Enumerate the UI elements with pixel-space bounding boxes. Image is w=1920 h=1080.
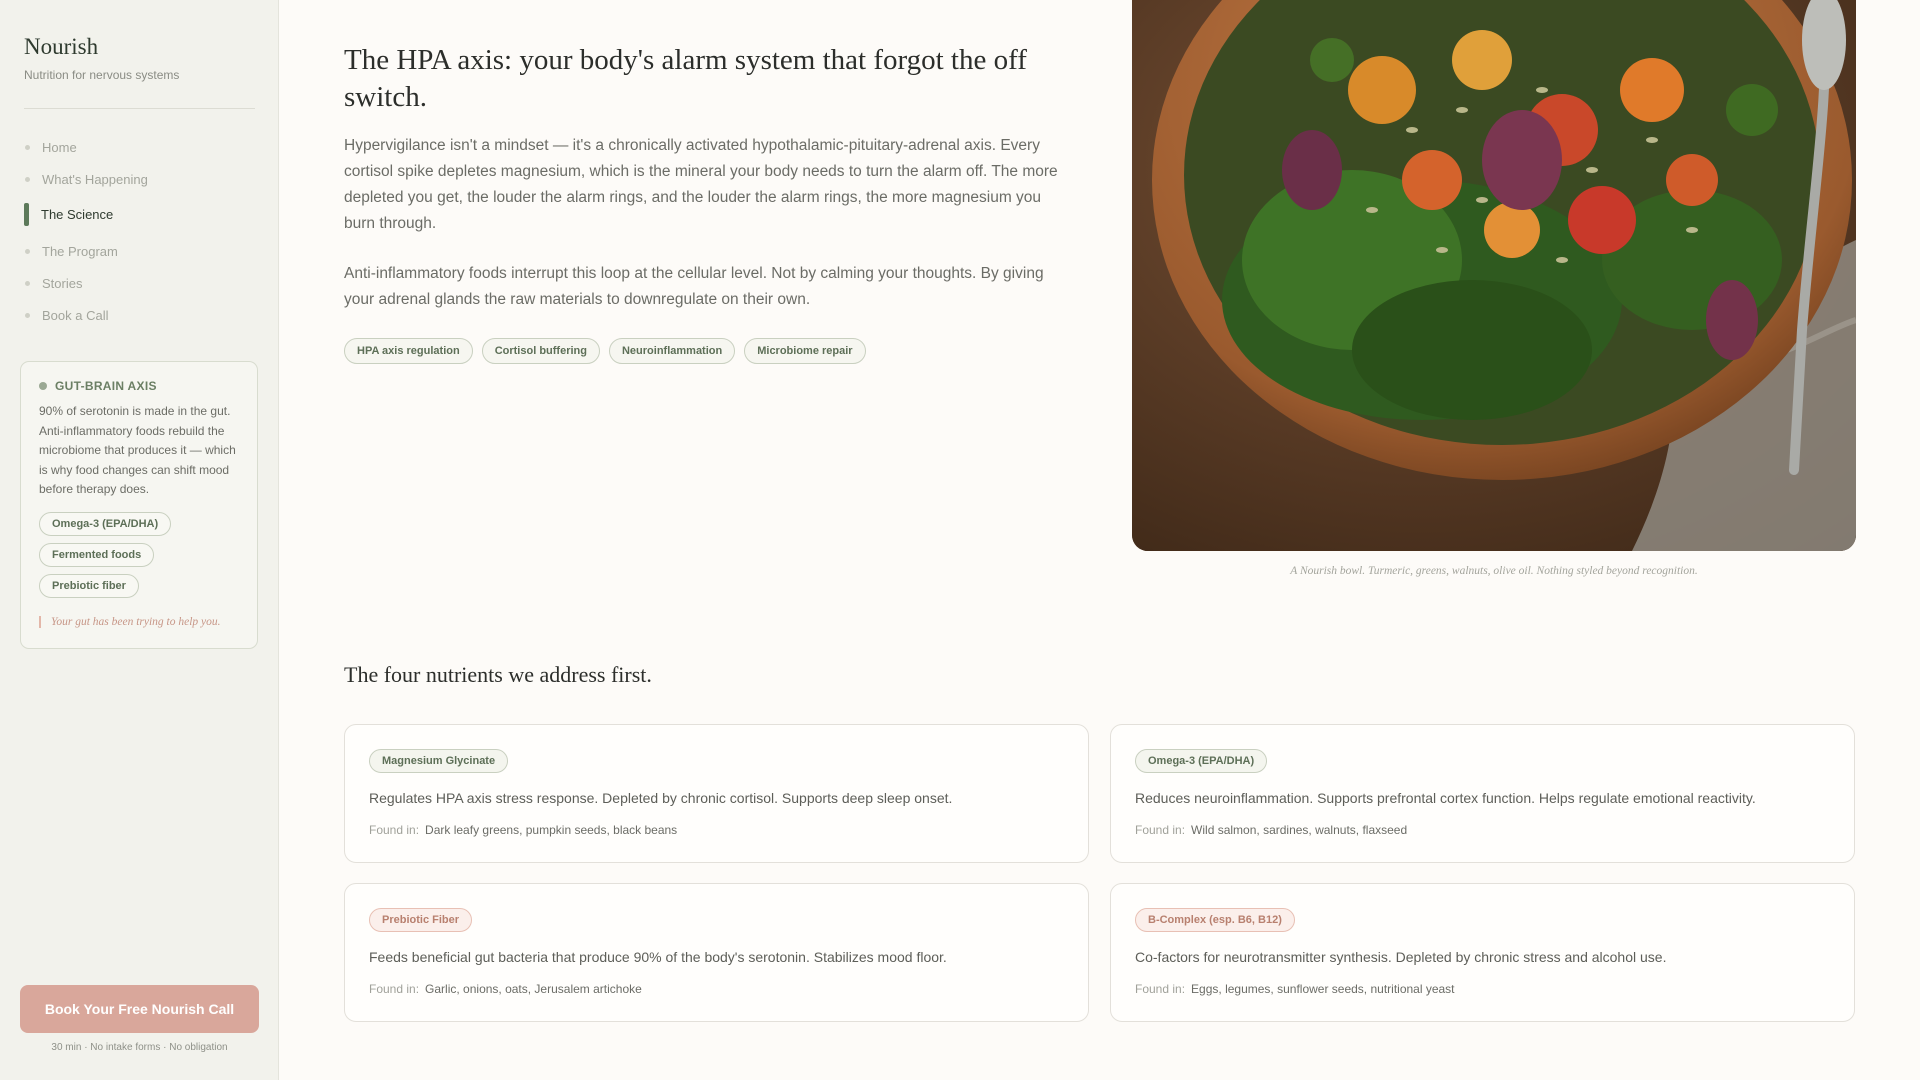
found-value: Garlic, onions, oats, Jerusalem artichok… bbox=[425, 982, 642, 996]
nutrient-description: Regulates HPA axis stress response. Depl… bbox=[369, 790, 953, 806]
page-title: The HPA axis: your body's alarm system t… bbox=[344, 44, 1027, 113]
nav-dot-icon bbox=[25, 280, 30, 286]
image-caption: A Nourish bowl. Turmeric, greens, walnut… bbox=[1290, 565, 1698, 577]
nutrient-card-b-complex: B-Complex (esp. B6, B12) Co-factors for … bbox=[1110, 883, 1855, 1022]
nav-item-the-program[interactable]: The Program bbox=[24, 240, 118, 262]
food-bowl-image bbox=[1132, 0, 1856, 551]
gut-brain-pills: Omega-3 (EPA/DHA) Fermented foods Prebio… bbox=[39, 512, 172, 605]
nav-dot-icon bbox=[25, 144, 30, 150]
topic-tags: HPA axis regulation Cortisol buffering N… bbox=[344, 338, 866, 364]
nav-dot-icon bbox=[25, 312, 30, 318]
nav-item-label: Stories bbox=[42, 275, 83, 291]
nutrient-found-in: Found in: Wild salmon, sardines, walnuts,… bbox=[1135, 823, 1407, 837]
second-paragraph: Anti-inflammatory foods interrupt this l… bbox=[344, 265, 1044, 308]
pill-fermented-foods: Fermented foods bbox=[39, 543, 155, 567]
nutrient-card-prebiotic-fiber: Prebiotic Fiber Feeds beneficial gut bac… bbox=[344, 883, 1089, 1022]
nutrient-description: Reduces neuroinflammation. Supports pref… bbox=[1135, 790, 1756, 806]
found-value: Wild salmon, sardines, walnuts, flaxseed bbox=[1191, 823, 1408, 837]
pill-omega-3: Omega-3 (EPA/DHA) bbox=[39, 512, 172, 536]
nutrient-pill: Omega-3 (EPA/DHA) bbox=[1135, 749, 1268, 773]
nav-item-label: The Science bbox=[41, 206, 114, 222]
nutrient-found-in: Found in: Dark leafy greens, pumpkin seed… bbox=[369, 823, 677, 837]
tag-microbiome[interactable]: Microbiome repair bbox=[744, 338, 866, 364]
active-indicator bbox=[24, 202, 29, 226]
gut-brain-body: 90% of serotonin is made in the gut. Ant… bbox=[39, 404, 236, 497]
nav-item-whats-happening[interactable]: What's Happening bbox=[24, 168, 148, 190]
nutrient-description: Co-factors for neurotransmitter synthesi… bbox=[1135, 949, 1667, 965]
brand[interactable]: Nourish Nutrition for nervous systems bbox=[24, 34, 179, 82]
nutrient-card-magnesium: Magnesium Glycinate Regulates HPA axis s… bbox=[344, 724, 1089, 863]
found-label: Found in: bbox=[369, 982, 420, 996]
nutrient-pill: Magnesium Glycinate bbox=[369, 749, 509, 773]
pill-prebiotic-fiber: Prebiotic fiber bbox=[39, 574, 139, 598]
nutrient-card-omega-3: Omega-3 (EPA/DHA) Reduces neuroinflammat… bbox=[1110, 724, 1855, 863]
tag-neuroinflammation[interactable]: Neuroinflammation bbox=[608, 338, 736, 364]
sidebar-divider bbox=[24, 108, 255, 109]
nutrients-heading: The four nutrients we address first. bbox=[344, 662, 652, 687]
nav-dot-icon bbox=[25, 248, 30, 254]
gut-brain-heading-text: GUT-BRAIN AXIS bbox=[55, 379, 157, 393]
nutrient-description: Feeds beneficial gut bacteria that produ… bbox=[369, 949, 947, 965]
nutrient-pill: B-Complex (esp. B6, B12) bbox=[1135, 908, 1295, 932]
found-value: Dark leafy greens, pumpkin seeds, black … bbox=[425, 823, 678, 837]
gut-brain-quote: Your gut has been trying to help you. bbox=[39, 616, 221, 628]
found-label: Found in: bbox=[369, 823, 420, 837]
nav-item-label: The Program bbox=[42, 243, 118, 259]
tag-cortisol[interactable]: Cortisol buffering bbox=[481, 338, 600, 364]
cta-subtext: 30 min · No intake forms · No obligation bbox=[51, 1042, 228, 1053]
nav-dot-icon bbox=[25, 176, 30, 182]
found-label: Found in: bbox=[1135, 982, 1186, 996]
bowl-illustration bbox=[1132, 0, 1856, 551]
sidebar: Nourish Nutrition for nervous systems Ho… bbox=[0, 0, 279, 1080]
brand-name[interactable]: Nourish bbox=[24, 34, 179, 60]
nav-item-stories[interactable]: Stories bbox=[24, 272, 82, 294]
nutrient-pill: Prebiotic Fiber bbox=[369, 908, 473, 932]
intro-paragraph: Hypervigilance isn't a mindset — it's a … bbox=[344, 137, 1058, 232]
nav-item-book-a-call[interactable]: Book a Call bbox=[24, 304, 108, 326]
dot-icon bbox=[39, 382, 47, 390]
gut-brain-heading: GUT-BRAIN AXIS bbox=[39, 379, 157, 393]
nav-item-label: Book a Call bbox=[42, 307, 109, 323]
nav-item-the-science[interactable]: The Science bbox=[24, 202, 114, 226]
nav-item-home[interactable]: Home bbox=[24, 136, 77, 158]
nav-item-label: Home bbox=[42, 139, 77, 155]
nutrient-found-in: Found in: Garlic, onions, oats, Jerusalem… bbox=[369, 982, 642, 996]
gut-brain-card: GUT-BRAIN AXIS 90% of serotonin is made … bbox=[20, 361, 258, 649]
nav-item-label: What's Happening bbox=[42, 171, 148, 187]
tag-hpa-axis[interactable]: HPA axis regulation bbox=[344, 338, 473, 364]
nutrient-found-in: Found in: Eggs, legumes, sunflower seeds,… bbox=[1135, 982, 1455, 996]
book-call-button[interactable]: Book Your Free Nourish Call bbox=[20, 985, 259, 1033]
found-value: Eggs, legumes, sunflower seeds, nutritio… bbox=[1191, 982, 1455, 996]
found-label: Found in: bbox=[1135, 823, 1186, 837]
brand-tagline: Nutrition for nervous systems bbox=[24, 68, 180, 82]
